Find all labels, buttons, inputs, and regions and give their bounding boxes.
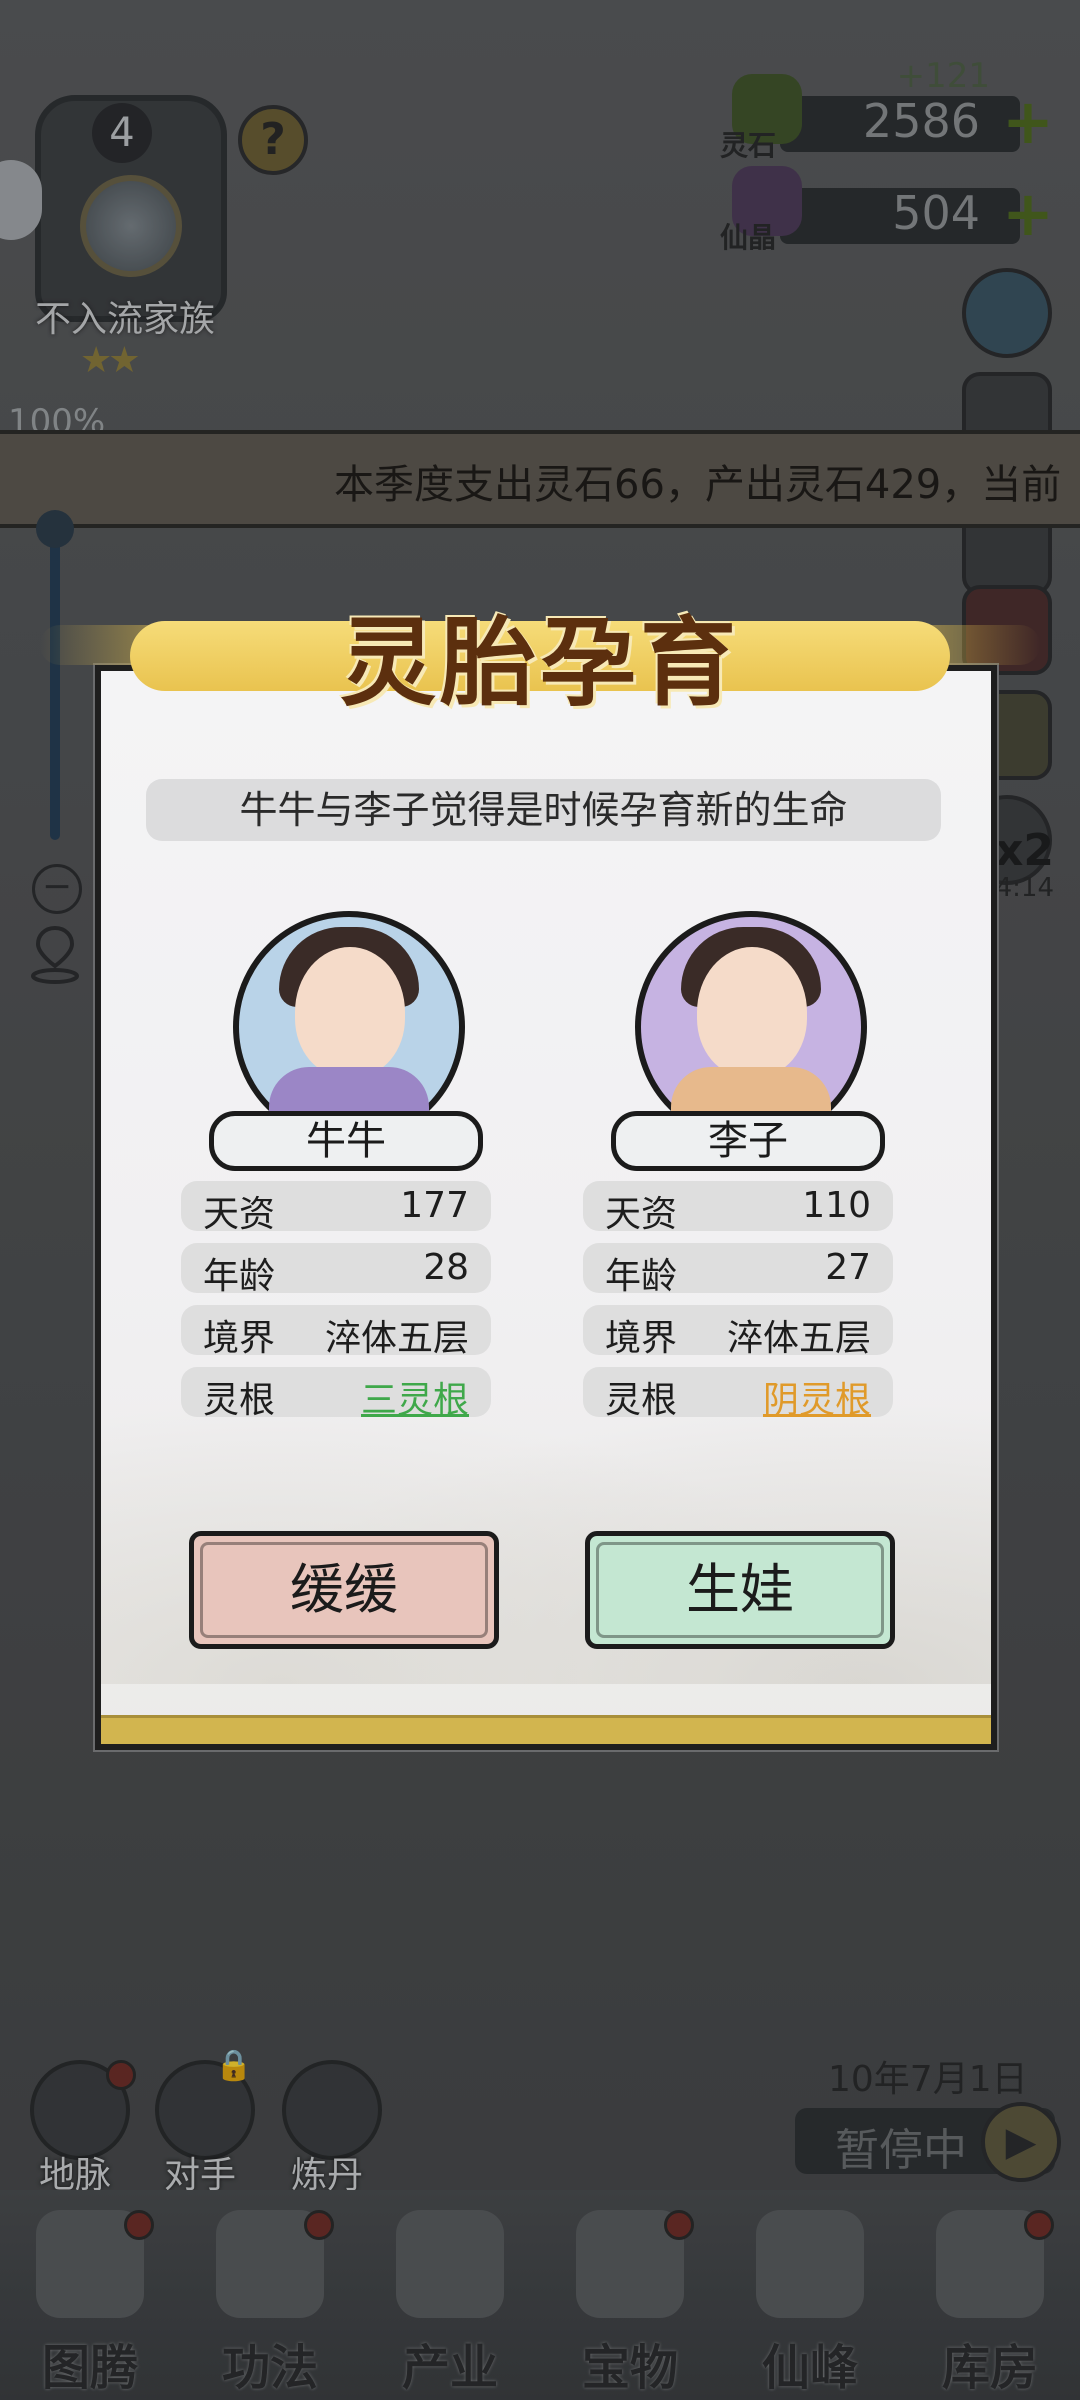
spirit-root-link[interactable]: 三灵根 [361, 1371, 469, 1423]
stat-row: 境界 淬体五层 [181, 1305, 491, 1359]
stat-key: 天资 [203, 1194, 276, 1235]
stat-key: 年龄 [605, 1256, 678, 1297]
button-inner-border [596, 1542, 884, 1638]
stat-value: 淬体五层 [726, 1318, 871, 1359]
stat-row: 天资 110 [583, 1181, 893, 1235]
stat-key: 灵根 [203, 1380, 276, 1421]
stat-row: 天资 177 [181, 1181, 491, 1235]
character-stats: 天资 110 年龄 27 境界 淬体五层 灵根 阴灵根 [583, 1181, 893, 1429]
face-decoration [697, 947, 807, 1077]
dialog-gold-base [101, 1715, 991, 1744]
stat-value: 177 [400, 1185, 469, 1226]
stat-row: 灵根 三灵根 [181, 1367, 491, 1421]
stat-row: 境界 淬体五层 [583, 1305, 893, 1359]
stat-row: 年龄 28 [181, 1243, 491, 1297]
character-stats: 天资 177 年龄 28 境界 淬体五层 灵根 三灵根 [181, 1181, 491, 1429]
stat-row: 年龄 27 [583, 1243, 893, 1297]
stat-value: 28 [423, 1247, 469, 1288]
wait-button[interactable]: 缓缓 [189, 1531, 499, 1649]
face-decoration [295, 947, 405, 1077]
dialog-prompt: 牛牛与李子觉得是时候孕育新的生命 [146, 779, 941, 841]
character-name: 李子 [611, 1111, 885, 1171]
stat-key: 天资 [605, 1194, 678, 1235]
stat-value: 110 [802, 1185, 871, 1226]
stat-value: 27 [825, 1247, 871, 1288]
stat-key: 境界 [605, 1318, 678, 1359]
spirit-root-link[interactable]: 阴灵根 [763, 1371, 871, 1423]
dialog-title-banner: 灵胎孕育 [40, 585, 1040, 719]
character-name: 牛牛 [209, 1111, 483, 1171]
avatar [635, 911, 867, 1143]
stat-key: 境界 [203, 1318, 276, 1359]
button-inner-border [200, 1542, 488, 1638]
avatar [233, 911, 465, 1143]
stat-value: 淬体五层 [324, 1318, 469, 1359]
stat-key: 灵根 [605, 1380, 678, 1421]
have-baby-button[interactable]: 生娃 [585, 1531, 895, 1649]
stat-row: 灵根 阴灵根 [583, 1367, 893, 1421]
dialog-title: 灵胎孕育 [340, 606, 740, 719]
pregnancy-dialog: 牛牛与李子觉得是时候孕育新的生命 牛牛 天资 177 年龄 28 境界 淬体五层… [95, 665, 997, 1750]
stat-key: 年龄 [203, 1256, 276, 1297]
